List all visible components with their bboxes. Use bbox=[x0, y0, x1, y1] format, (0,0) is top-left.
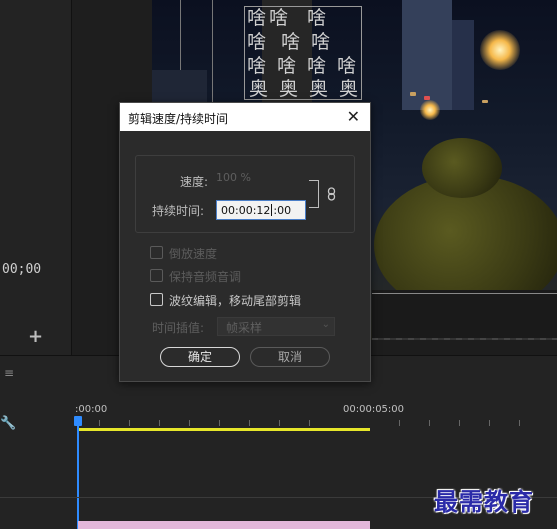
ground bbox=[372, 290, 557, 340]
ruler-tick bbox=[519, 420, 520, 426]
logo-glyph: 啥 bbox=[277, 55, 297, 77]
duration-label: 持续时间: bbox=[152, 204, 205, 218]
chevron-down-icon: ⌄ bbox=[321, 319, 330, 330]
hamburger-icon[interactable]: ≡ bbox=[4, 366, 14, 380]
title-graphic: 啥 啥 啥 啥 啥 啥 啥 啥 啥 啥 奥 奥 奥 奥 bbox=[244, 6, 362, 100]
reverse-speed-label: 倒放速度 bbox=[169, 247, 218, 261]
clip-speed-duration-dialog: 剪辑速度/持续时间 ✕ 速度: 100 % 持续时间: 00:00:12:00 … bbox=[119, 102, 371, 382]
ruler-start-label: :00:00 bbox=[75, 404, 108, 415]
ruler-tick bbox=[459, 420, 460, 426]
maintain-pitch-label: 保持音频音调 bbox=[169, 270, 242, 284]
ruler-tick bbox=[159, 420, 160, 426]
ruler-tick bbox=[129, 420, 130, 426]
add-button[interactable]: + bbox=[28, 326, 43, 347]
work-area-bar[interactable] bbox=[77, 428, 370, 431]
dialog-titlebar[interactable]: 剪辑速度/持续时间 ✕ bbox=[120, 103, 370, 131]
time-interpolation-label: 时间插值: bbox=[152, 321, 205, 335]
logo-glyph: 奥 bbox=[339, 78, 359, 100]
link-bracket bbox=[309, 180, 319, 208]
reverse-speed-checkbox bbox=[150, 246, 163, 259]
tree bbox=[422, 138, 502, 198]
ripple-edit-checkbox[interactable] bbox=[150, 293, 163, 306]
ruler-mark-label: 00:00:05:00 bbox=[343, 404, 405, 415]
logo-glyph: 奥 bbox=[249, 78, 269, 100]
ruler-tick bbox=[249, 420, 250, 426]
window-light bbox=[482, 100, 488, 103]
logo-glyph: 啥 bbox=[311, 31, 331, 53]
ruler-tick bbox=[309, 420, 310, 426]
video-clip[interactable] bbox=[78, 521, 370, 529]
maintain-pitch-checkbox bbox=[150, 269, 163, 282]
speed-label: 速度: bbox=[180, 175, 209, 189]
time-interpolation-select: 帧采样 ⌄ bbox=[217, 317, 335, 336]
logo-glyph: 啥 bbox=[247, 7, 267, 29]
logo-glyph: 奥 bbox=[309, 78, 329, 100]
close-icon[interactable]: ✕ bbox=[347, 107, 360, 126]
ruler-tick bbox=[429, 420, 430, 426]
ok-button[interactable]: 确定 bbox=[160, 347, 240, 367]
speed-field[interactable]: 100 % bbox=[216, 171, 251, 184]
ruler-tick bbox=[219, 420, 220, 426]
logo-glyph: 啥 bbox=[247, 55, 267, 77]
logo-glyph: 啥 bbox=[337, 55, 357, 77]
source-timecode: 00;00 bbox=[2, 262, 42, 277]
cancel-button[interactable]: 取消 bbox=[250, 347, 330, 367]
playhead-line[interactable] bbox=[77, 416, 79, 529]
building bbox=[452, 20, 474, 110]
logo-glyph: 啥 bbox=[307, 7, 327, 29]
project-panel: 00;00 + bbox=[0, 0, 72, 355]
time-interpolation-value: 帧采样 bbox=[226, 321, 263, 335]
transparency-grid bbox=[372, 338, 557, 340]
safe-guide bbox=[372, 293, 557, 294]
streetlight bbox=[420, 100, 440, 120]
ruler-tick bbox=[189, 420, 190, 426]
logo-glyph: 啥 bbox=[247, 31, 267, 53]
logo-glyph: 啥 bbox=[281, 31, 301, 53]
duration-field[interactable]: 00:00:12:00 bbox=[216, 200, 306, 220]
logo-glyph: 啥 bbox=[269, 7, 289, 29]
ripple-edit-label[interactable]: 波纹编辑，移动尾部剪辑 bbox=[169, 292, 301, 309]
logo-glyph: 奥 bbox=[279, 78, 299, 100]
ruler-tick bbox=[99, 420, 100, 426]
logo-glyph: 啥 bbox=[307, 55, 327, 77]
dialog-title: 剪辑速度/持续时间 bbox=[128, 112, 229, 126]
ruler-tick bbox=[279, 420, 280, 426]
ruler-tick bbox=[489, 420, 490, 426]
time-ruler[interactable]: :00:00 00:00:05:00 bbox=[75, 396, 557, 432]
duration-value-end: :00 bbox=[273, 204, 292, 217]
streetlight bbox=[480, 30, 520, 70]
watermark-logo: 最需教育 bbox=[434, 487, 534, 516]
wrench-icon[interactable]: 🔧 bbox=[0, 416, 16, 431]
chain-link-icon[interactable] bbox=[327, 187, 336, 201]
speed-duration-group bbox=[135, 155, 355, 233]
window-light bbox=[410, 92, 416, 96]
duration-value-start: 00:00:12 bbox=[221, 204, 271, 217]
ruler-tick bbox=[399, 420, 400, 426]
